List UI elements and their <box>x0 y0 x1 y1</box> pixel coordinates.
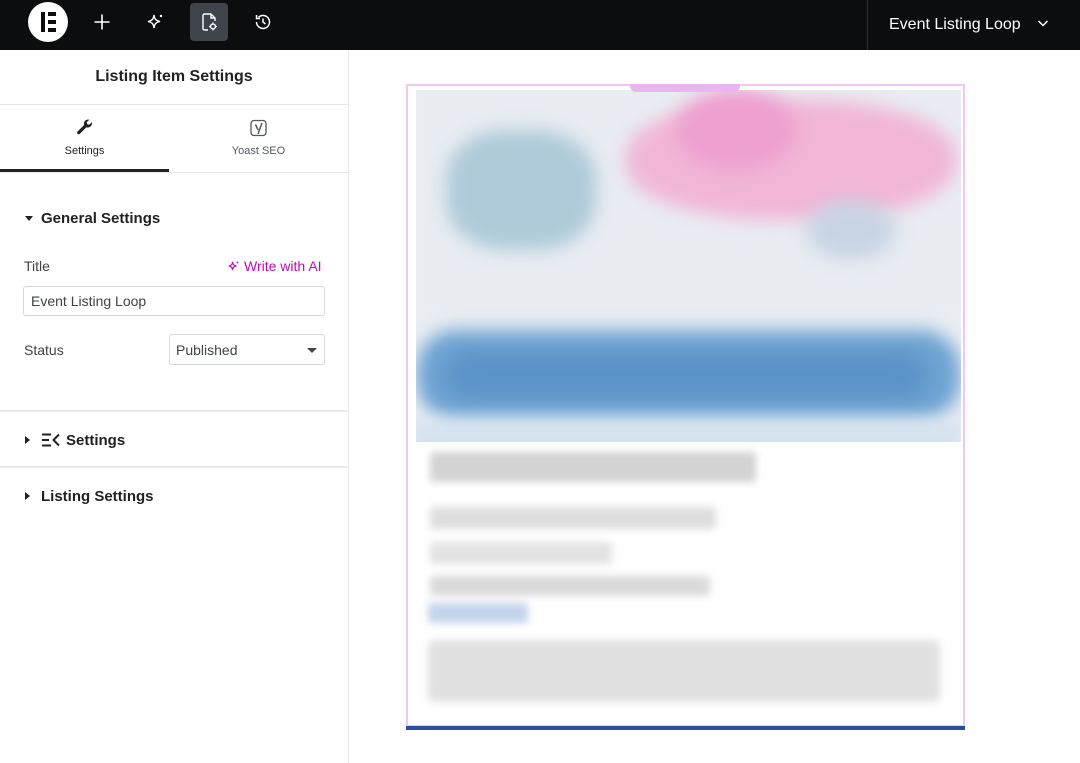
tab-yoast-seo[interactable]: Yoast SEO <box>174 105 343 172</box>
listing-settings-heading: Listing Settings <box>41 487 154 505</box>
page-settings-button[interactable] <box>190 3 228 41</box>
sparkle-ai-icon <box>228 260 239 270</box>
write-with-ai-label: Write with AI <box>244 258 322 274</box>
divider <box>0 466 348 468</box>
settings-section-heading: Settings <box>66 431 126 449</box>
top-bar: Event Listing Loop <box>0 0 1080 50</box>
panel-tabs: Settings Yoast SEO <box>0 105 348 173</box>
select-caret-icon <box>307 348 317 353</box>
status-value: Published <box>176 341 238 358</box>
history-button[interactable] <box>244 3 282 41</box>
add-element-button[interactable] <box>83 3 121 41</box>
preview-link <box>428 603 528 623</box>
caret-right-icon <box>25 492 30 500</box>
caret-right-icon <box>25 436 30 444</box>
listing-item-preview[interactable] <box>406 84 965 727</box>
preview-description <box>428 640 940 702</box>
listing-settings-toggle[interactable]: Listing Settings <box>0 486 348 506</box>
divider <box>0 410 348 412</box>
plus-icon <box>94 14 110 30</box>
panel-title: Listing Item Settings <box>0 50 348 105</box>
document-title: Event Listing Loop <box>889 16 1021 33</box>
preview-meta-line <box>430 576 710 596</box>
yoast-icon <box>249 119 267 137</box>
general-settings-heading: General Settings <box>41 209 161 227</box>
preview-meta-line <box>430 542 612 564</box>
ai-button[interactable] <box>136 3 174 41</box>
tab-settings-label: Settings <box>64 145 105 157</box>
write-with-ai-link[interactable]: Write with AI <box>227 258 322 274</box>
caret-down-icon <box>25 215 33 221</box>
history-icon <box>255 14 271 30</box>
elementor-logo-icon[interactable] <box>28 2 68 42</box>
document-switcher[interactable]: Event Listing Loop <box>867 0 1080 50</box>
settings-section-toggle[interactable]: Settings <box>0 430 348 450</box>
preview-title <box>430 452 756 482</box>
jetengine-icon <box>42 433 60 447</box>
title-label: Title <box>24 258 50 274</box>
settings-panel: Listing Item Settings Settings Yoast SEO… <box>0 50 349 763</box>
status-label: Status <box>24 342 64 358</box>
general-settings-toggle[interactable]: General Settings <box>0 208 348 228</box>
tab-settings[interactable]: Settings <box>0 105 169 172</box>
chevron-down-icon <box>1037 20 1049 27</box>
title-field[interactable] <box>23 286 325 316</box>
wrench-icon <box>76 119 92 135</box>
preview-handle[interactable] <box>630 84 740 92</box>
status-select[interactable]: Published <box>169 334 325 365</box>
page-settings-icon <box>202 13 217 31</box>
preview-image <box>416 90 961 442</box>
sparkle-ai-icon <box>147 14 163 29</box>
tab-yoast-seo-label: Yoast SEO <box>231 145 286 157</box>
preview-bottom-border <box>406 726 965 730</box>
preview-meta-line <box>430 507 716 529</box>
